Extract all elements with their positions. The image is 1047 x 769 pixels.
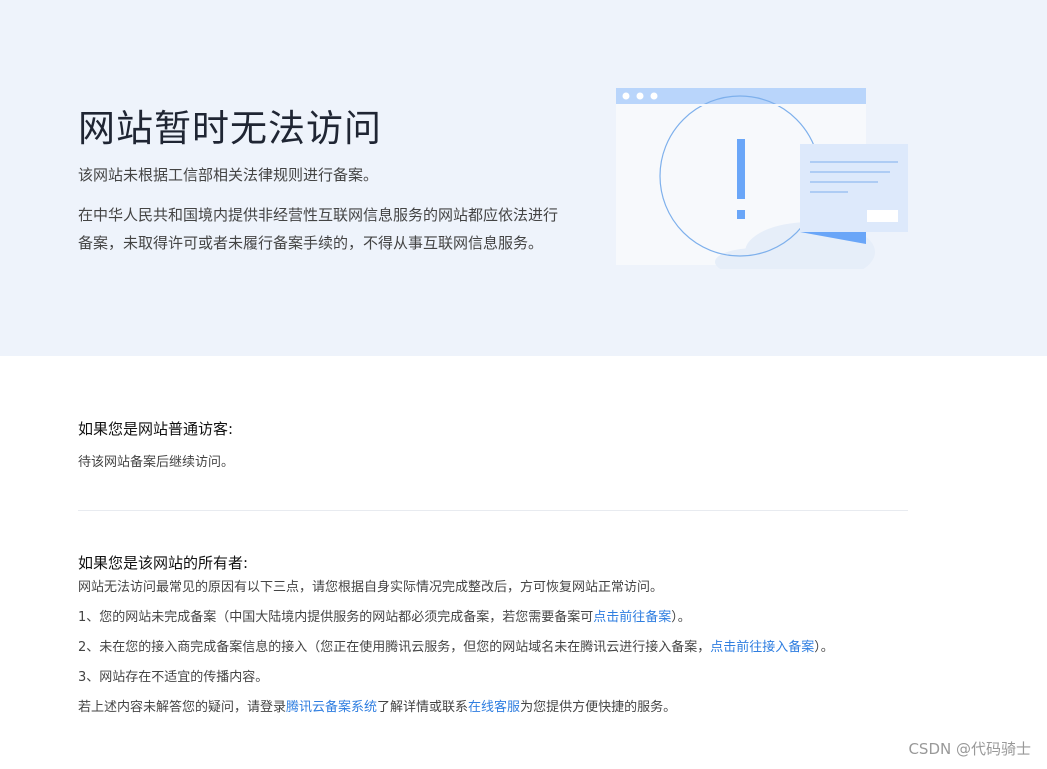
- reason-1-end: ）。: [671, 610, 691, 625]
- section-divider: [78, 510, 908, 511]
- visitor-text: 待该网站备案后继续访问。: [78, 455, 235, 470]
- footer-pre: 若上述内容未解答您的疑问，请登录: [78, 700, 287, 715]
- owner-heading: 如果您是该网站的所有者:: [78, 554, 249, 572]
- owner-section: 如果您是该网站的所有者: 网站无法访问最常见的原因有以下三点，请您根据自身实际情…: [78, 552, 908, 723]
- hero-subtitle: 该网站未根据工信部相关法律规则进行备案。: [78, 166, 379, 184]
- page-title: 网站暂时无法访问: [78, 107, 382, 150]
- owner-reason-1: 1、您的网站未完成备案（中国大陆境内提供服务的网站都必须完成备案，若您需要备案可…: [78, 603, 908, 633]
- online-support-link[interactable]: 在线客服: [468, 700, 520, 715]
- footer-post: 为您提供方便快捷的服务。: [520, 700, 677, 715]
- owner-footer: 若上述内容未解答您的疑问，请登录腾讯云备案系统了解详情或联系在线客服为您提供方便…: [78, 693, 908, 723]
- csdn-watermark: CSDN @代码骑士: [908, 740, 1031, 758]
- owner-reason-3: 3、网站存在不适宜的传播内容。: [78, 670, 269, 685]
- hero-description: 在中华人民共和国境内提供非经营性互联网信息服务的网站都应依法进行备案，未取得许可…: [78, 206, 559, 252]
- visitor-section: 如果您是网站普通访客: 待该网站备案后继续访问。: [78, 418, 908, 470]
- hero-banner: 网站暂时无法访问 该网站未根据工信部相关法律规则进行备案。 在中华人民共和国境内…: [0, 0, 1047, 356]
- reason-1-text: 1、您的网站未完成备案（中国大陆境内提供服务的网站都必须完成备案，若您需要备案可: [78, 610, 594, 625]
- go-filing-link[interactable]: 点击前往备案: [593, 610, 671, 625]
- warning-illustration-icon: [616, 88, 908, 269]
- footer-mid: 了解详情或联系: [377, 700, 469, 715]
- visitor-heading: 如果您是网站普通访客:: [78, 420, 234, 438]
- owner-reason-2: 2、未在您的接入商完成备案信息的接入（您正在使用腾讯云服务，但您的网站域名未在腾…: [78, 633, 908, 663]
- go-access-filing-link[interactable]: 点击前往接入备案: [710, 640, 814, 655]
- owner-intro: 网站无法访问最常见的原因有以下三点，请您根据自身实际情况完成整改后，方可恢复网站…: [78, 580, 664, 595]
- reason-2-end: ）。: [814, 640, 834, 655]
- filing-system-link[interactable]: 腾讯云备案系统: [286, 700, 377, 715]
- reason-2-text: 2、未在您的接入商完成备案信息的接入（您正在使用腾讯云服务，但您的网站域名未在腾…: [78, 640, 711, 655]
